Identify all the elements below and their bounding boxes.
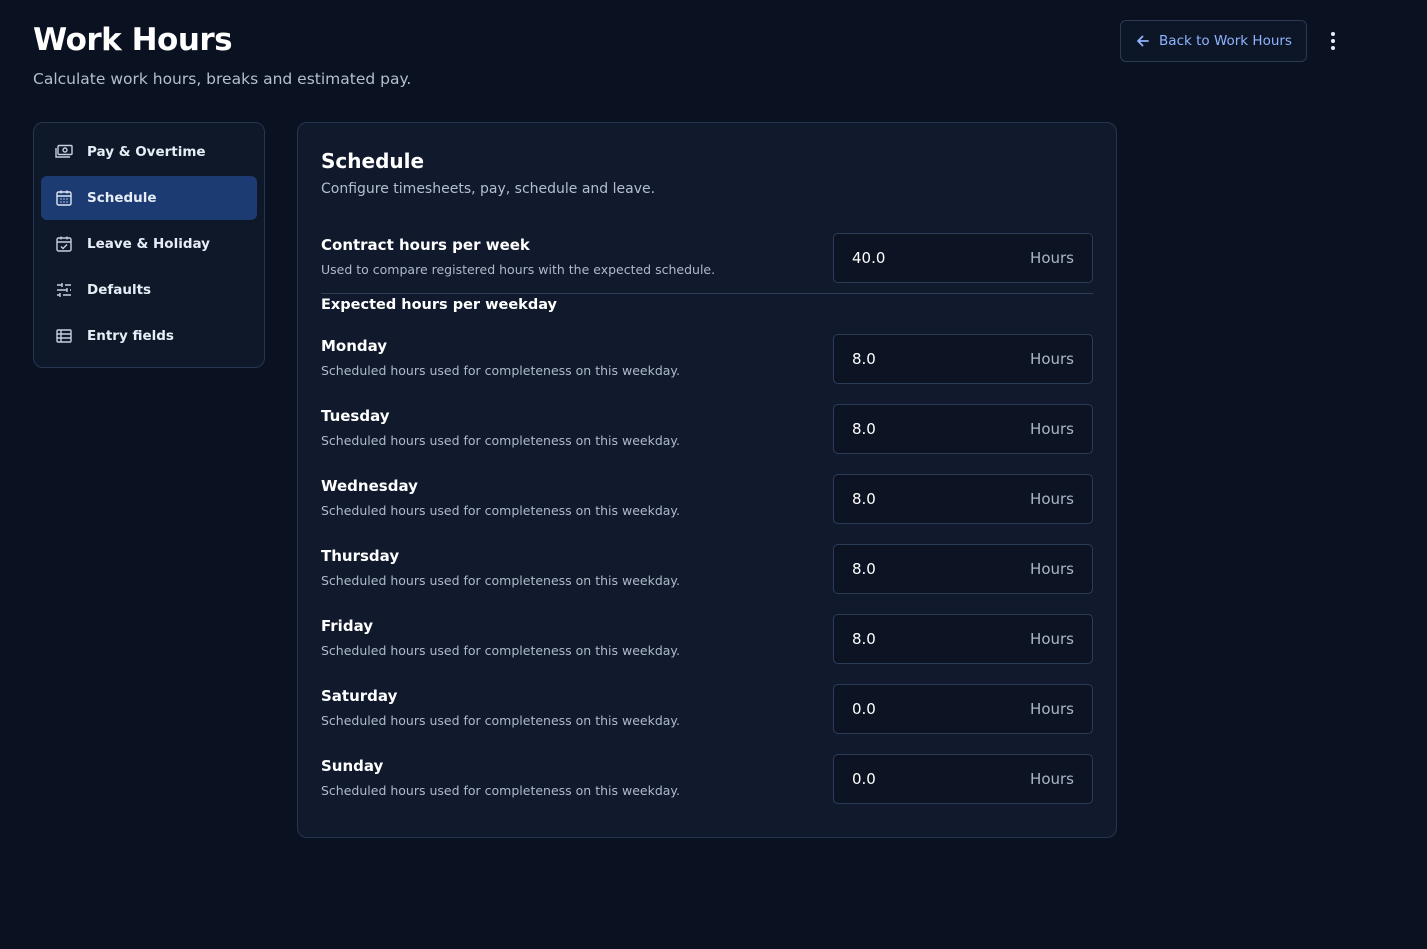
input-value: 0.0 [852,770,876,788]
weekday-row-wednesday: Wednesday Scheduled hours used for compl… [321,474,1093,524]
input-unit: Hours [1030,249,1074,267]
schedule-panel: Schedule Configure timesheets, pay, sche… [297,122,1117,838]
friday-hours-input[interactable]: 8.0 Hours [833,614,1093,664]
field-description: Scheduled hours used for completeness on… [321,433,681,448]
sunday-hours-input[interactable]: 0.0 Hours [833,754,1093,804]
input-unit: Hours [1030,560,1074,578]
field-description: Scheduled hours used for completeness on… [321,713,681,728]
input-unit: Hours [1030,490,1074,508]
divider [321,293,1093,294]
panel-subtitle: Configure timesheets, pay, schedule and … [321,181,656,197]
field-label: Saturday [321,687,398,705]
weekday-row-sunday: Sunday Scheduled hours used for complete… [321,754,1093,804]
field-label: Monday [321,337,388,355]
back-button-label: Back to Work Hours [1159,33,1292,49]
weekday-row-saturday: Saturday Scheduled hours used for comple… [321,684,1093,734]
field-description: Scheduled hours used for completeness on… [321,363,681,378]
field-label: Thursday [321,547,400,565]
contract-hours-row: Contract hours per week Used to compare … [321,233,1093,283]
field-description: Scheduled hours used for completeness on… [321,573,681,588]
list-table-icon [56,329,72,343]
weekday-row-tuesday: Tuesday Scheduled hours used for complet… [321,404,1093,454]
sidebar-item-label: Entry fields [87,328,174,344]
banknote-icon [55,144,73,158]
field-label: Contract hours per week [321,236,530,254]
sidebar-item-pay-overtime[interactable]: Pay & Overtime [41,130,257,174]
monday-hours-input[interactable]: 8.0 Hours [833,334,1093,384]
weekday-section-heading: Expected hours per weekday [321,297,557,313]
saturday-hours-input[interactable]: 0.0 Hours [833,684,1093,734]
input-value: 8.0 [852,420,876,438]
field-description: Used to compare registered hours with th… [321,262,716,277]
field-label: Sunday [321,757,384,775]
sidebar-item-defaults[interactable]: Defaults [41,268,257,312]
sidebar-item-entry-fields[interactable]: Entry fields [41,314,257,358]
page-title: Work Hours [33,22,233,58]
sidebar-item-schedule[interactable]: Schedule [41,176,257,220]
page-subtitle: Calculate work hours, breaks and estimat… [33,70,412,88]
input-value: 40.0 [852,249,886,267]
input-unit: Hours [1030,350,1074,368]
field-label: Tuesday [321,407,390,425]
input-value: 8.0 [852,350,876,368]
arrow-left-icon [1137,35,1149,47]
field-description: Scheduled hours used for completeness on… [321,643,681,658]
weekday-row-thursday: Thursday Scheduled hours used for comple… [321,544,1093,594]
contract-hours-input[interactable]: 40.0 Hours [833,233,1093,283]
sidebar-item-label: Schedule [87,190,157,206]
sidebar-item-label: Leave & Holiday [87,236,210,252]
input-value: 0.0 [852,700,876,718]
tuesday-hours-input[interactable]: 8.0 Hours [833,404,1093,454]
sidebar-item-label: Defaults [87,282,152,298]
weekday-row-friday: Friday Scheduled hours used for complete… [321,614,1093,664]
sliders-icon [57,283,71,297]
calendar-check-icon [56,236,72,252]
field-description: Scheduled hours used for completeness on… [321,503,681,518]
panel-title: Schedule [321,149,425,173]
input-unit: Hours [1030,770,1074,788]
field-label: Wednesday [321,477,418,495]
field-label: Friday [321,617,374,635]
calendar-icon [56,190,72,206]
wednesday-hours-input[interactable]: 8.0 Hours [833,474,1093,524]
sidebar-item-label: Pay & Overtime [87,144,206,160]
settings-sidebar: Pay & Overtime Schedule Leave & Holiday … [33,122,265,368]
input-value: 8.0 [852,630,876,648]
field-description: Scheduled hours used for completeness on… [321,783,681,798]
sidebar-item-leave-holiday[interactable]: Leave & Holiday [41,222,257,266]
input-unit: Hours [1030,630,1074,648]
input-unit: Hours [1030,700,1074,718]
thursday-hours-input[interactable]: 8.0 Hours [833,544,1093,594]
weekday-row-monday: Monday Scheduled hours used for complete… [321,334,1093,384]
input-unit: Hours [1030,420,1074,438]
input-value: 8.0 [852,490,876,508]
more-options-icon[interactable] [1322,28,1344,54]
back-to-work-hours-button[interactable]: Back to Work Hours [1120,20,1307,62]
input-value: 8.0 [852,560,876,578]
